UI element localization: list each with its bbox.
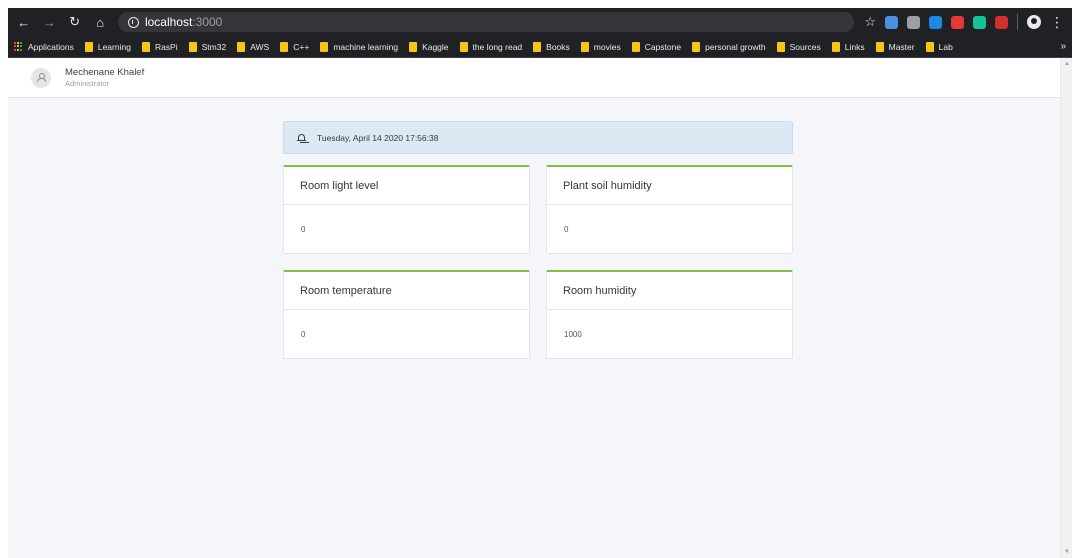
bell-icon: [297, 133, 306, 143]
extension-icon[interactable]: [929, 15, 942, 29]
card-title: Plant soil humidity: [547, 167, 792, 205]
bookmark-label: Capstone: [644, 41, 682, 52]
bookmarks-bar: Applications Learning RasPi Stm32 AWS C+…: [8, 36, 1072, 58]
folder-icon: [188, 41, 197, 52]
bookmark-folder[interactable]: Learning: [84, 41, 131, 52]
bookmark-label: Kaggle: [422, 41, 449, 52]
bookmark-folder[interactable]: Master: [875, 41, 915, 52]
sensor-card-room-humidity: Room humidity 1000: [546, 270, 793, 359]
folder-icon: [875, 41, 884, 52]
bookmark-folder[interactable]: Lab: [925, 41, 953, 52]
browser-window: ← → ↻ ⌂ localhost:3000 ☆ ⋮ Applications …: [8, 8, 1072, 558]
folder-icon: [831, 41, 840, 52]
profile-icon[interactable]: [1027, 15, 1041, 29]
bookmark-folder[interactable]: RasPi: [141, 41, 178, 52]
ublock-extension-icon[interactable]: [951, 15, 964, 29]
more-menu-icon[interactable]: ⋮: [1050, 15, 1064, 29]
back-icon[interactable]: ←: [16, 14, 31, 30]
folder-icon: [580, 41, 589, 52]
sensor-card-light: Room light level 0: [283, 165, 530, 254]
url-port: :3000: [192, 15, 223, 29]
folder-icon: [280, 41, 289, 52]
folder-icon: [237, 41, 246, 52]
bookmark-applications[interactable]: Applications: [14, 42, 74, 52]
toolbar-divider: [1017, 14, 1018, 30]
bookmark-folder[interactable]: Books: [533, 41, 570, 52]
bookmark-label: Books: [546, 41, 570, 52]
bookmark-label: RasPi: [154, 41, 178, 52]
url-host: localhost: [144, 15, 193, 29]
scroll-down-icon[interactable]: ▼: [1064, 549, 1070, 555]
folder-icon: [631, 41, 640, 52]
bookmark-label: Sources: [789, 41, 821, 52]
bookmark-label: Links: [844, 41, 865, 52]
bookmark-label: movies: [593, 41, 621, 52]
apps-grid-icon: [14, 42, 23, 51]
bookmark-folder[interactable]: C++: [280, 41, 310, 52]
page-viewport: Mechenane Khalef Administrator Tuesday, …: [8, 58, 1060, 558]
translate-extension-icon[interactable]: [885, 15, 898, 29]
card-value: 0: [301, 225, 306, 234]
bookmark-star-icon[interactable]: ☆: [864, 14, 876, 30]
folder-icon: [692, 41, 701, 52]
folder-icon: [84, 41, 93, 52]
extensions-area: ☆ ⋮: [864, 14, 1064, 30]
user-name: Mechenane Khalef: [65, 66, 145, 78]
bookmark-label: Applications: [28, 41, 74, 52]
app-header: Mechenane Khalef Administrator: [8, 58, 1060, 98]
bookmark-folder[interactable]: personal growth: [692, 41, 766, 52]
reload-icon[interactable]: ↻: [67, 14, 82, 30]
bookmark-label: Master: [888, 41, 915, 52]
bookmark-folder[interactable]: Sources: [776, 41, 821, 52]
address-bar[interactable]: localhost:3000: [117, 12, 855, 32]
user-role: Administrator: [65, 78, 110, 88]
info-icon[interactable]: [127, 16, 139, 28]
folder-icon: [409, 41, 418, 52]
bookmark-label: C++: [293, 41, 310, 52]
folder-icon: [320, 41, 329, 52]
card-value: 1000: [564, 330, 582, 339]
bookmark-label: Lab: [938, 41, 953, 52]
card-value: 0: [301, 330, 306, 339]
datetime-text: Tuesday, April 14 2020 17:56:38: [317, 132, 439, 143]
bookmark-folder[interactable]: Links: [831, 41, 865, 52]
avatar[interactable]: [31, 67, 51, 88]
folder-icon: [925, 41, 934, 52]
card-title: Room humidity: [547, 272, 792, 310]
vertical-scrollbar[interactable]: ▲ ▼: [1060, 58, 1072, 558]
sensor-card-soil-humidity: Plant soil humidity 0: [546, 165, 793, 254]
bookmark-label: Learning: [97, 41, 131, 52]
folder-icon: [141, 41, 150, 52]
bookmark-folder[interactable]: Capstone: [631, 41, 682, 52]
home-icon[interactable]: ⌂: [92, 14, 107, 30]
bookmark-label: personal growth: [705, 41, 766, 52]
folder-icon: [776, 41, 785, 52]
bookmark-label: Stm32: [201, 41, 227, 52]
bookmark-folder[interactable]: machine learning: [320, 41, 399, 52]
bookmark-folder[interactable]: AWS: [237, 41, 270, 52]
card-value: 0: [564, 225, 569, 234]
user-info: Mechenane Khalef Administrator: [65, 67, 144, 89]
bookmarks-overflow-button[interactable]: »: [1060, 41, 1066, 52]
folder-icon: [459, 41, 468, 52]
bookmark-folder[interactable]: Kaggle: [409, 41, 449, 52]
sensor-card-temperature: Room temperature 0: [283, 270, 530, 359]
bookmark-folder[interactable]: Stm32: [188, 41, 227, 52]
card-title: Room temperature: [284, 272, 529, 310]
grammarly-extension-icon[interactable]: [973, 15, 986, 29]
pocket-extension-icon[interactable]: [907, 15, 920, 29]
bookmark-folder[interactable]: movies: [580, 41, 621, 52]
user-icon: [37, 73, 46, 82]
bookmark-folder[interactable]: the long read: [459, 41, 523, 52]
scroll-up-icon[interactable]: ▲: [1064, 61, 1070, 67]
browser-toolbar: ← → ↻ ⌂ localhost:3000 ☆ ⋮: [8, 8, 1072, 36]
bookmark-label: machine learning: [333, 41, 399, 52]
datetime-alert: Tuesday, April 14 2020 17:56:38: [283, 121, 793, 154]
bookmark-label: the long read: [472, 41, 523, 52]
forward-icon[interactable]: →: [41, 14, 56, 30]
bookmark-label: AWS: [250, 41, 270, 52]
card-title: Room light level: [284, 167, 529, 205]
extension-icon[interactable]: [995, 15, 1008, 29]
folder-icon: [533, 41, 542, 52]
